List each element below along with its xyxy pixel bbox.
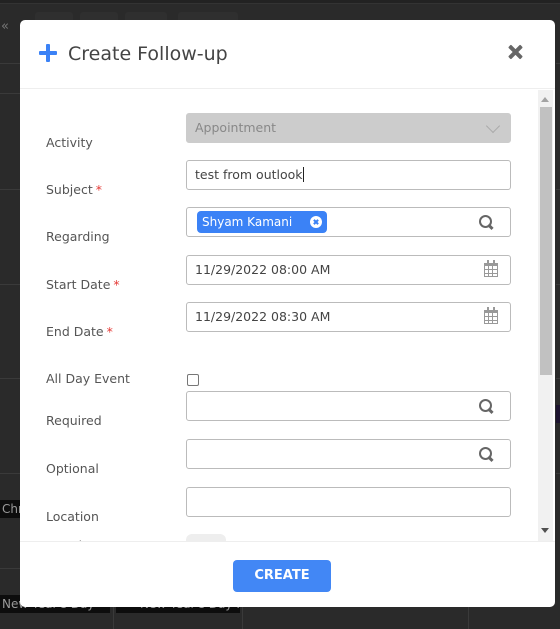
- subject-value: test from outlook: [195, 167, 303, 182]
- text-cursor: [302, 167, 304, 182]
- dialog-scrollbar[interactable]: [538, 90, 553, 541]
- calendar-icon[interactable]: [484, 260, 498, 277]
- required-attendees-lookup[interactable]: [186, 391, 511, 421]
- background-divider: [0, 378, 20, 379]
- dialog-header: Create Follow-up: [20, 20, 555, 89]
- activity-select[interactable]: Appointment: [186, 113, 511, 143]
- background-top-bar: [0, 0, 560, 4]
- start-date-value: 11/29/2022 08:00 AM: [195, 262, 331, 277]
- subject-label: Subject *: [46, 182, 102, 198]
- dialog-footer: CREATE: [20, 541, 555, 607]
- background-divider: [556, 284, 560, 285]
- search-icon[interactable]: [479, 215, 494, 230]
- background-divider: [0, 284, 20, 285]
- create-button[interactable]: CREATE: [233, 560, 331, 592]
- remove-chip-icon[interactable]: [310, 216, 322, 228]
- background-divider: [0, 189, 20, 190]
- calendar-icon[interactable]: [484, 307, 498, 324]
- location-label: Location: [46, 509, 99, 525]
- scroll-thumb[interactable]: [540, 107, 552, 375]
- scroll-down-arrow-icon[interactable]: [541, 528, 549, 533]
- start-date-label-text: Start Date: [46, 277, 111, 292]
- required-asterisk: *: [106, 324, 113, 339]
- end-date-input[interactable]: 11/29/2022 08:30 AM: [186, 302, 511, 332]
- activity-label: Activity: [46, 135, 93, 151]
- scroll-up-arrow-icon[interactable]: [541, 97, 549, 102]
- chevron-down-icon: [485, 118, 501, 134]
- regarding-label: Regarding: [46, 229, 110, 245]
- all-day-event-checkbox[interactable]: [187, 374, 199, 386]
- activity-label-text: Activity: [46, 135, 93, 150]
- optional-attendees-label: Optional: [46, 461, 99, 477]
- background-divider: [0, 473, 20, 474]
- create-follow-up-dialog: Create Follow-up Activity Appointment Su…: [20, 20, 555, 607]
- background-divider: [0, 568, 20, 569]
- activity-value: Appointment: [195, 120, 277, 135]
- subject-input[interactable]: test from outlook: [186, 160, 511, 190]
- search-icon[interactable]: [479, 399, 494, 414]
- required-attendees-label-text: Required: [46, 413, 102, 428]
- required-asterisk: *: [95, 182, 102, 197]
- background-divider: [0, 63, 20, 64]
- end-date-label: End Date *: [46, 324, 113, 340]
- optional-attendees-lookup[interactable]: [186, 439, 511, 469]
- attachments-button[interactable]: [186, 534, 226, 541]
- regarding-label-text: Regarding: [46, 229, 110, 244]
- required-attendees-label: Required: [46, 413, 102, 429]
- location-label-text: Location: [46, 509, 99, 524]
- background-divider: [556, 189, 560, 190]
- regarding-chip[interactable]: Shyam Kamani: [197, 211, 327, 233]
- subject-label-text: Subject: [46, 182, 93, 197]
- start-date-label: Start Date *: [46, 277, 120, 293]
- background-divider: [556, 63, 560, 64]
- search-icon[interactable]: [479, 447, 494, 462]
- background-event[interactable]: Christmas Day: [0, 500, 20, 518]
- optional-attendees-label-text: Optional: [46, 461, 99, 476]
- collapse-chevron-icon[interactable]: «: [1, 20, 9, 33]
- required-asterisk: *: [113, 277, 120, 292]
- background-divider: [0, 93, 20, 94]
- all-day-event-label-text: All Day Event: [46, 371, 130, 386]
- background-divider: [556, 378, 560, 379]
- chip-label: Shyam Kamani: [202, 215, 293, 229]
- background-divider: [556, 473, 560, 474]
- dialog-title: Create Follow-up: [68, 43, 228, 65]
- close-icon[interactable]: [506, 42, 526, 62]
- end-date-label-text: End Date: [46, 324, 104, 339]
- all-day-event-label: All Day Event: [46, 371, 130, 387]
- plus-icon: [39, 44, 57, 62]
- background-event: [556, 405, 560, 423]
- dialog-body: Activity Appointment Subject * test from …: [20, 90, 555, 541]
- end-date-value: 11/29/2022 08:30 AM: [195, 309, 331, 324]
- regarding-lookup[interactable]: Shyam Kamani: [186, 207, 511, 237]
- location-input[interactable]: [186, 487, 511, 517]
- start-date-input[interactable]: 11/29/2022 08:00 AM: [186, 255, 511, 285]
